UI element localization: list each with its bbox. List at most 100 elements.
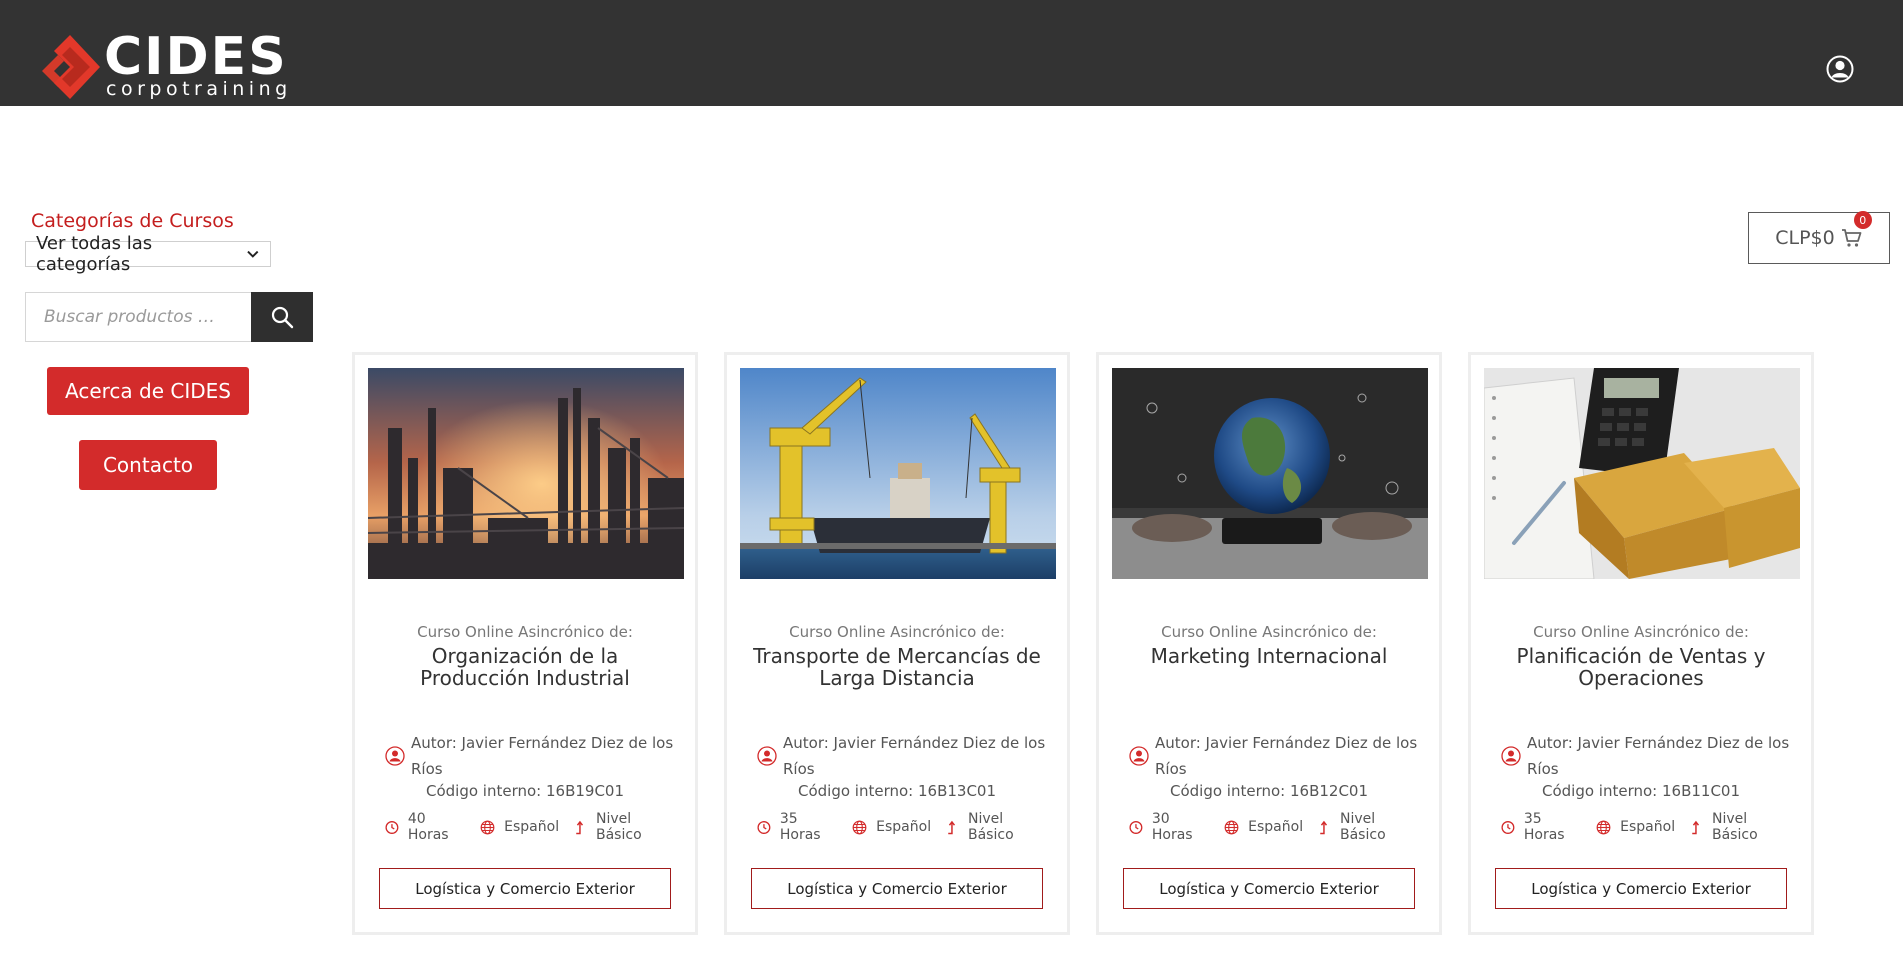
product-image[interactable] <box>368 368 684 579</box>
cart-amount: CLP$0 <box>1775 227 1835 249</box>
product-author: Autor: Javier Fernández Diez de los Ríos <box>1129 730 1419 782</box>
product-card: Curso Online Asincrónico de: Transporte … <box>724 352 1070 935</box>
product-image[interactable] <box>1112 368 1428 579</box>
product-meta: 35 Horas Español Nivel Básico <box>757 811 1047 843</box>
top-header: CIDES corpotraining <box>0 0 1903 106</box>
logo-sub-text: corpotraining <box>106 78 292 100</box>
language-text: Español <box>876 819 932 835</box>
globe-tablet-image <box>1112 368 1428 579</box>
globe-icon <box>852 820 867 834</box>
search-input[interactable] <box>44 307 233 327</box>
level-text: Nivel Básico <box>1340 811 1386 843</box>
product-card: Curso Online Asincrónico de: Organizació… <box>352 352 698 935</box>
product-code: Código interno: 16B19C01 <box>425 782 625 800</box>
author-icon <box>757 746 777 766</box>
product-meta: 35 Horas Español Nivel Básico <box>1501 811 1791 843</box>
product-category-button[interactable]: Logística y Comercio Exterior <box>751 868 1043 909</box>
chevron-down-icon <box>247 250 259 258</box>
product-image[interactable] <box>1484 368 1800 579</box>
about-cides-button[interactable]: Acerca de CIDES <box>47 367 249 415</box>
meta-level: Nivel Básico <box>1689 811 1791 843</box>
product-code: Código interno: 16B13C01 <box>797 782 997 800</box>
language-text: Español <box>1248 819 1304 835</box>
search-icon <box>271 306 294 329</box>
product-author: Autor: Javier Fernández Diez de los Ríos <box>1501 730 1791 782</box>
language-text: Español <box>1620 819 1676 835</box>
product-kicker: Curso Online Asincrónico de: <box>417 623 633 641</box>
harbor-cranes-image <box>740 368 1056 579</box>
categories-title: Categorías de Cursos <box>31 210 234 232</box>
product-image[interactable] <box>740 368 1056 579</box>
calculator-boxes-image <box>1484 368 1800 579</box>
level-text: Nivel Básico <box>1712 811 1758 843</box>
logo-chevron-icon <box>42 35 100 99</box>
product-title[interactable]: Marketing Internacional <box>1119 645 1419 667</box>
search-button[interactable] <box>251 292 313 342</box>
hours-text: 40 Horas <box>407 811 449 843</box>
author-icon <box>1501 746 1521 766</box>
product-meta: 30 Horas Español Nivel Básico <box>1129 811 1419 843</box>
author-icon <box>385 746 405 766</box>
meta-hours: 35 Horas <box>1501 811 1582 843</box>
product-author: Autor: Javier Fernández Diez de los Ríos <box>757 730 1047 782</box>
clock-icon <box>385 820 399 834</box>
product-title[interactable]: Planificación de Ventas y Operaciones <box>1491 645 1791 689</box>
product-search <box>25 292 313 342</box>
categories-select-value: Ver todas las categorías <box>36 233 153 275</box>
globe-icon <box>1224 820 1239 834</box>
author-text: Autor: Javier Fernández Diez de los Ríos <box>1155 734 1418 778</box>
meta-language: Español <box>1224 819 1303 835</box>
product-kicker: Curso Online Asincrónico de: <box>1533 623 1749 641</box>
meta-language: Español <box>1596 819 1675 835</box>
product-category-button[interactable]: Logística y Comercio Exterior <box>1495 868 1787 909</box>
meta-level: Nivel Básico <box>1317 811 1419 843</box>
clock-icon <box>1129 820 1143 834</box>
level-text: Nivel Básico <box>968 811 1014 843</box>
search-field-wrap <box>25 292 251 342</box>
language-text: Español <box>504 819 560 835</box>
level-arrow-icon <box>1692 820 1700 834</box>
clock-icon <box>1501 820 1515 834</box>
product-category-button[interactable]: Logística y Comercio Exterior <box>379 868 671 909</box>
product-kicker: Curso Online Asincrónico de: <box>789 623 1005 641</box>
product-kicker: Curso Online Asincrónico de: <box>1161 623 1377 641</box>
meta-level: Nivel Básico <box>945 811 1047 843</box>
hours-text: 35 Horas <box>1523 811 1565 843</box>
product-category-button[interactable]: Logística y Comercio Exterior <box>1123 868 1415 909</box>
cart-count-badge: 0 <box>1853 211 1872 229</box>
globe-icon <box>1596 820 1611 834</box>
shopping-cart-icon <box>1841 229 1862 247</box>
categories-select[interactable]: Ver todas las categorías <box>25 233 271 275</box>
meta-hours: 30 Horas <box>1129 811 1210 843</box>
product-code: Código interno: 16B11C01 <box>1541 782 1741 800</box>
product-title[interactable]: Transporte de Mercancías de Larga Distan… <box>747 645 1047 689</box>
meta-level: Nivel Básico <box>573 811 675 843</box>
product-meta: 40 Horas Español Nivel Básico <box>385 811 675 843</box>
product-card: Curso Online Asincrónico de: Planificaci… <box>1468 352 1814 935</box>
user-account-icon[interactable] <box>1826 55 1854 83</box>
author-text: Autor: Javier Fernández Diez de los Ríos <box>783 734 1046 778</box>
product-author: Autor: Javier Fernández Diez de los Ríos <box>385 730 675 782</box>
clock-icon <box>757 820 771 834</box>
contact-button[interactable]: Contacto <box>79 440 217 490</box>
meta-language: Español <box>852 819 931 835</box>
meta-hours: 35 Horas <box>757 811 838 843</box>
cart-icon-wrap: 0 <box>1841 211 1872 249</box>
logo-main-text: CIDES <box>104 27 288 87</box>
level-arrow-icon <box>1320 820 1328 834</box>
author-text: Autor: Javier Fernández Diez de los Ríos <box>411 734 674 778</box>
industrial-refinery-image <box>368 368 684 579</box>
product-card: Curso Online Asincrónico de: Marketing I… <box>1096 352 1442 935</box>
cart-button[interactable]: CLP$0 0 <box>1748 211 1890 264</box>
level-text: Nivel Básico <box>596 811 642 843</box>
level-arrow-icon <box>948 820 956 834</box>
cides-logo[interactable]: CIDES corpotraining <box>36 27 292 100</box>
meta-language: Español <box>480 819 559 835</box>
author-icon <box>1129 746 1149 766</box>
author-text: Autor: Javier Fernández Diez de los Ríos <box>1527 734 1790 778</box>
globe-icon <box>480 820 495 834</box>
product-code: Código interno: 16B12C01 <box>1169 782 1369 800</box>
hours-text: 35 Horas <box>779 811 821 843</box>
meta-hours: 40 Horas <box>385 811 466 843</box>
product-title[interactable]: Organización de la Producción Industrial <box>375 645 675 689</box>
